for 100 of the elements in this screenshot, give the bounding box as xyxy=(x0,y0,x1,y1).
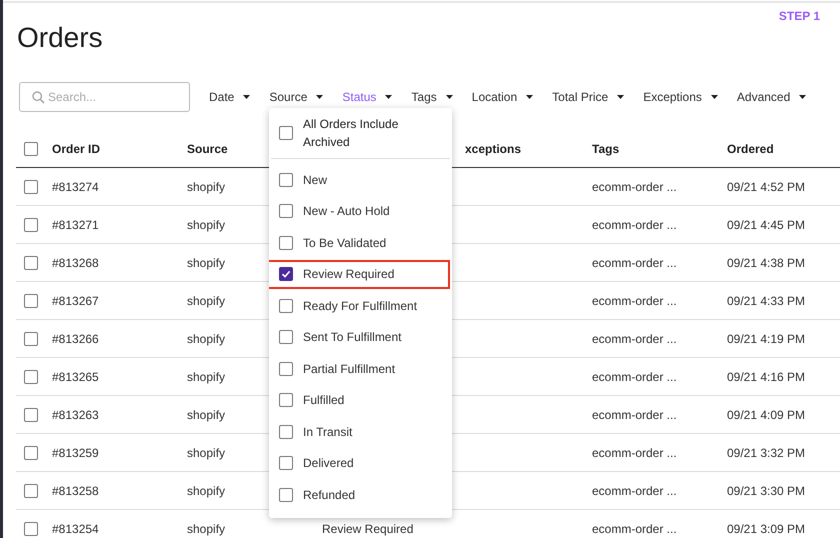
table-cell: ecomm-order ... xyxy=(592,218,677,232)
table-cell: 09/21 4:45 PM xyxy=(727,218,806,232)
checkbox[interactable] xyxy=(279,236,293,250)
table-cell: ecomm-order ... xyxy=(592,370,677,384)
checkbox[interactable] xyxy=(24,408,38,422)
caret-icon xyxy=(799,95,806,99)
table-cell: 09/21 4:33 PM xyxy=(727,294,806,308)
menu-item[interactable]: Delivered xyxy=(303,456,354,470)
filter-dropdown[interactable]: Location xyxy=(472,90,534,104)
menu-item[interactable]: Review Required xyxy=(303,267,394,282)
caret-icon xyxy=(316,95,324,99)
table-cell: ecomm-order ... xyxy=(592,484,677,498)
menu-item[interactable]: Partial Fulfillment xyxy=(303,362,396,376)
checkbox[interactable] xyxy=(279,267,293,282)
table-cell: shopify xyxy=(187,522,226,536)
filter-dropdown[interactable]: Total Price xyxy=(552,90,624,104)
table-cell: ecomm-order ... xyxy=(592,446,677,460)
checkbox[interactable] xyxy=(279,424,293,439)
caret-icon xyxy=(385,95,392,99)
menu-item[interactable]: New - Auto Hold xyxy=(303,204,390,218)
table-cell: shopify xyxy=(187,256,226,270)
table-cell: 09/21 4:38 PM xyxy=(727,256,806,270)
table-cell: shopify xyxy=(187,408,226,422)
checkbox[interactable] xyxy=(24,370,38,384)
menu-item[interactable]: Fulfilled xyxy=(303,393,344,408)
order-link[interactable]: #813266 xyxy=(52,332,99,346)
caret-icon xyxy=(243,95,250,99)
checkbox[interactable] xyxy=(279,488,293,502)
order-link[interactable]: #813259 xyxy=(52,446,99,460)
column-header: Order ID xyxy=(52,142,100,156)
checkbox[interactable] xyxy=(24,446,38,460)
table-cell: 09/21 3:32 PM xyxy=(727,446,806,460)
table-cell: 09/21 3:09 PM xyxy=(727,522,806,536)
menu-item[interactable]: To Be Validated xyxy=(303,236,386,250)
filter-dropdown[interactable]: Exceptions xyxy=(643,90,718,104)
checkbox[interactable] xyxy=(24,332,38,346)
table-cell: 09/21 4:52 PM xyxy=(727,180,806,194)
column-header: xceptions xyxy=(464,142,522,156)
table-cell: shopify xyxy=(187,332,226,346)
menu-item[interactable]: Ready For Fulfillment xyxy=(303,298,418,313)
caret-icon xyxy=(710,95,718,99)
order-link[interactable]: #813268 xyxy=(52,256,99,270)
filter-dropdown[interactable]: Tags xyxy=(411,90,453,104)
checkbox[interactable] xyxy=(279,172,293,187)
order-link[interactable]: #813263 xyxy=(52,408,99,422)
table-cell: ecomm-order ... xyxy=(592,522,677,536)
menu-item[interactable]: Sent To Fulfillment xyxy=(303,330,402,344)
checkbox[interactable] xyxy=(24,484,38,498)
order-link[interactable]: #813265 xyxy=(52,370,99,384)
table-cell: 09/21 4:16 PM xyxy=(727,370,806,384)
checkbox[interactable] xyxy=(279,362,293,376)
order-link[interactable]: #813274 xyxy=(52,180,99,194)
checkbox[interactable] xyxy=(279,126,293,140)
table-cell: ecomm-order ... xyxy=(592,294,677,308)
checkbox[interactable] xyxy=(279,330,293,344)
checkbox[interactable] xyxy=(24,218,38,232)
column-header: Ordered xyxy=(727,142,774,156)
table-cell: ecomm-order ... xyxy=(592,408,677,422)
filter-dropdown[interactable]: Source xyxy=(269,90,324,104)
table-cell: ecomm-order ... xyxy=(592,256,677,270)
column-header: Tags xyxy=(592,142,620,156)
table-cell: Review Required xyxy=(322,522,414,536)
order-link[interactable]: #813271 xyxy=(52,218,99,232)
page-title: Orders xyxy=(17,21,103,55)
table-cell: ecomm-order ... xyxy=(592,180,677,194)
checkbox[interactable] xyxy=(24,256,38,270)
caret-icon xyxy=(446,95,453,99)
table-cell: shopify xyxy=(187,180,226,194)
checkbox[interactable] xyxy=(24,294,38,308)
table-cell: 09/21 4:19 PM xyxy=(727,332,806,346)
checkbox[interactable] xyxy=(279,456,293,470)
checkbox[interactable] xyxy=(24,522,38,536)
step-label: STEP 1 xyxy=(778,9,820,23)
table-cell: shopify xyxy=(187,446,226,460)
checkbox[interactable] xyxy=(24,142,38,156)
menu-item[interactable]: Refunded xyxy=(303,488,356,502)
checkbox[interactable] xyxy=(279,393,293,408)
menu-item[interactable]: New xyxy=(303,172,328,187)
menu-item[interactable]: In Transit xyxy=(303,424,352,439)
table-cell: 09/21 4:09 PM xyxy=(727,408,806,422)
caret-icon xyxy=(617,95,624,99)
table-cell: ecomm-order ... xyxy=(592,332,677,346)
search-field[interactable]: Search... xyxy=(19,82,190,112)
checkbox[interactable] xyxy=(24,180,38,194)
filter-dropdown[interactable]: Date xyxy=(209,90,250,104)
table-cell: shopify xyxy=(187,294,226,308)
menu-item[interactable]: All Orders Include Archived xyxy=(303,115,423,151)
table-cell: shopify xyxy=(187,218,226,232)
table-cell: 09/21 3:30 PM xyxy=(727,484,806,498)
filter-dropdown[interactable]: Advanced xyxy=(736,90,806,104)
table-cell: shopify xyxy=(187,370,226,384)
table-cell: shopify xyxy=(187,484,226,498)
order-link[interactable]: #813267 xyxy=(52,294,99,308)
checkbox[interactable] xyxy=(279,204,293,218)
checkbox[interactable] xyxy=(279,298,293,313)
column-header: Source xyxy=(187,142,228,156)
caret-icon xyxy=(526,95,534,99)
order-link[interactable]: #813258 xyxy=(52,484,99,498)
order-link[interactable]: #813254 xyxy=(52,522,99,536)
filter-dropdown[interactable]: Status xyxy=(342,90,392,104)
